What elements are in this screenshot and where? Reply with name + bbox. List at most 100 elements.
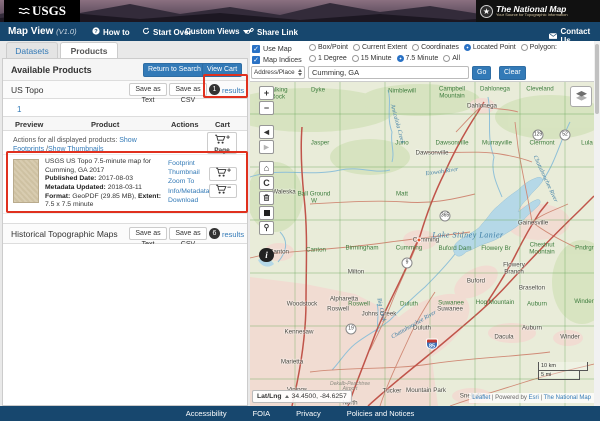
layers-control-button[interactable] (570, 86, 592, 107)
radio-extent-polygon-[interactable]: Polygon: (521, 44, 557, 51)
radio-button[interactable] (397, 55, 404, 62)
panel-title: Available Products (11, 65, 92, 75)
national-map-tagline: Your Source for Topographic Information (496, 13, 568, 17)
layers-icon (575, 91, 588, 102)
radio-button[interactable] (443, 55, 450, 62)
interstate-shield-85: 85 (426, 339, 438, 350)
search-type-select[interactable]: Address/Place (251, 66, 305, 79)
national-map-logo[interactable]: ★ The National Map Your Source for Topog… (476, 0, 600, 22)
address-place-input[interactable] (308, 66, 469, 79)
route-shield-9: 9 (402, 258, 413, 269)
radio-indices-15-minute[interactable]: 15 Minute (352, 55, 392, 62)
radio-button[interactable] (521, 44, 528, 51)
product-action-zoom-to[interactable]: Zoom To (168, 177, 210, 186)
tab-products[interactable]: Products (60, 42, 118, 59)
star-icon: ★ (480, 5, 493, 18)
footer-link-privacy[interactable]: Privacy (296, 409, 321, 418)
usgs-logo[interactable]: USGS (4, 0, 80, 22)
cart-plus-icon: + (215, 165, 232, 183)
delete-graphics-button[interactable] (259, 191, 274, 205)
use-map-checkbox[interactable] (252, 45, 260, 53)
us-topo-results-link[interactable]: results (222, 86, 244, 95)
leaflet-link[interactable]: Leaflet (472, 395, 490, 401)
usgs-logo-text: USGS (32, 3, 66, 19)
radio-button[interactable] (353, 44, 360, 51)
nav-custom-views[interactable]: Custom Views (185, 27, 249, 36)
us-topo-label: US Topo (11, 85, 43, 95)
map-indices-label: Map Indices (263, 55, 302, 64)
map-indices-checkbox[interactable] (252, 56, 260, 64)
previous-extent-button[interactable]: ◄ (259, 125, 274, 139)
cart-minus-icon: − (215, 182, 232, 200)
pagination-page-1[interactable]: 1 (17, 105, 21, 114)
radio-button[interactable] (309, 55, 316, 62)
refresh-icon (142, 27, 150, 37)
radio-indices-7.5-minute[interactable]: 7.5 Minute (397, 55, 439, 62)
add-to-cart-button[interactable]: + (209, 167, 237, 181)
return-to-search-button[interactable]: Return to Search (143, 63, 206, 77)
svg-text:+: + (225, 134, 229, 141)
nav-share-link[interactable]: Share Link (246, 27, 298, 37)
us-topo-save-csv-button[interactable]: Save as CSV (169, 83, 207, 96)
radio-extent-located-point[interactable]: Located Point (464, 44, 516, 51)
tab-datasets[interactable]: Datasets (6, 42, 58, 59)
us-topo-save-text-button[interactable]: Save as Text (129, 83, 167, 96)
product-thumbnail[interactable] (13, 159, 39, 203)
us-topo-section[interactable]: US Topo Save as Text Save as CSV 1 resul… (3, 81, 247, 99)
footer-link-accessibility[interactable]: Accessibility (186, 409, 227, 418)
radio-button[interactable] (464, 44, 471, 51)
historical-save-text-button[interactable]: Save as Text (129, 227, 167, 240)
nav-how-to[interactable]: ?How to (92, 27, 130, 37)
footer-link-foia[interactable]: FOIA (253, 409, 271, 418)
radio-indices-1-degree[interactable]: 1 Degree (309, 55, 347, 62)
esri-link[interactable]: Esri (529, 395, 539, 401)
radio-button[interactable] (352, 55, 359, 62)
scrollbar-thumb[interactable] (595, 44, 599, 114)
map-canvas[interactable]: Talking RockDykeNimblewillCampbell Mount… (250, 82, 594, 406)
footer-link-policies-and-notices[interactable]: Policies and Notices (347, 409, 415, 418)
tnm-attribution-link[interactable]: The National Map (544, 395, 591, 401)
view-cart-button[interactable]: View Cart (202, 63, 242, 77)
clear-button[interactable]: Clear (499, 66, 526, 80)
product-action-thumbnail[interactable]: Thumbnail (168, 168, 210, 177)
product-action-download[interactable]: Download (168, 196, 210, 205)
available-products-panel: Available Products Return to Search View… (2, 58, 248, 406)
draw-point-button[interactable] (259, 221, 274, 235)
redraw-button[interactable]: C (259, 176, 274, 190)
app-title: Map View (V1.0) (8, 26, 77, 37)
radio-extent-box-point[interactable]: Box/Point (309, 44, 348, 51)
add-page-to-cart-button[interactable]: + Page (207, 132, 237, 154)
app-version: (V1.0) (56, 27, 76, 36)
svg-text:−: − (226, 184, 230, 191)
show-thumbnails-link[interactable]: Show Thumbnails (48, 146, 104, 153)
home-button[interactable]: ⌂ (259, 161, 274, 175)
route-shield-129: 129 (533, 130, 544, 141)
historical-results-link[interactable]: results (222, 230, 244, 239)
radio-indices-all[interactable]: All (443, 55, 460, 62)
footer: Accessibility FOIA Privacy Policies and Not… (0, 406, 600, 421)
use-map-label: Use Map (263, 44, 292, 53)
trash-icon (262, 193, 271, 204)
radio-extent-current-extent[interactable]: Current Extent (353, 44, 407, 51)
radio-button[interactable] (309, 44, 316, 51)
historical-save-csv-button[interactable]: Save as CSV (169, 227, 207, 240)
product-action-footprint[interactable]: Footprint (168, 159, 210, 168)
product-published: Published Date: 2017-08-03 (45, 175, 163, 184)
historical-topo-section[interactable]: Historical Topographic Maps Save as Text… (3, 223, 247, 244)
radio-button[interactable] (412, 44, 419, 51)
draw-box-button[interactable] (259, 206, 274, 220)
zoom-in-button[interactable]: + (259, 86, 274, 100)
scale-km: 10 km (538, 362, 588, 371)
scale-mi: 5 mi (538, 371, 580, 380)
go-button[interactable]: Go (472, 66, 491, 80)
remove-from-cart-button[interactable]: − (209, 184, 237, 198)
product-action-info-metadata[interactable]: Info/Metadata (168, 187, 210, 196)
svg-text:+: + (226, 167, 230, 174)
route-shield-365: 365 (440, 211, 451, 222)
usgs-banner: USGS ★ The National Map Your Source for … (0, 0, 600, 22)
radio-extent-coordinates[interactable]: Coordinates (412, 44, 459, 51)
next-extent-button[interactable]: ► (259, 140, 274, 154)
identify-button[interactable]: i (259, 248, 274, 262)
zoom-out-button[interactable]: − (259, 101, 274, 115)
latlng-control[interactable]: Lat/Lng 34.4500, -84.6257 (252, 390, 352, 403)
